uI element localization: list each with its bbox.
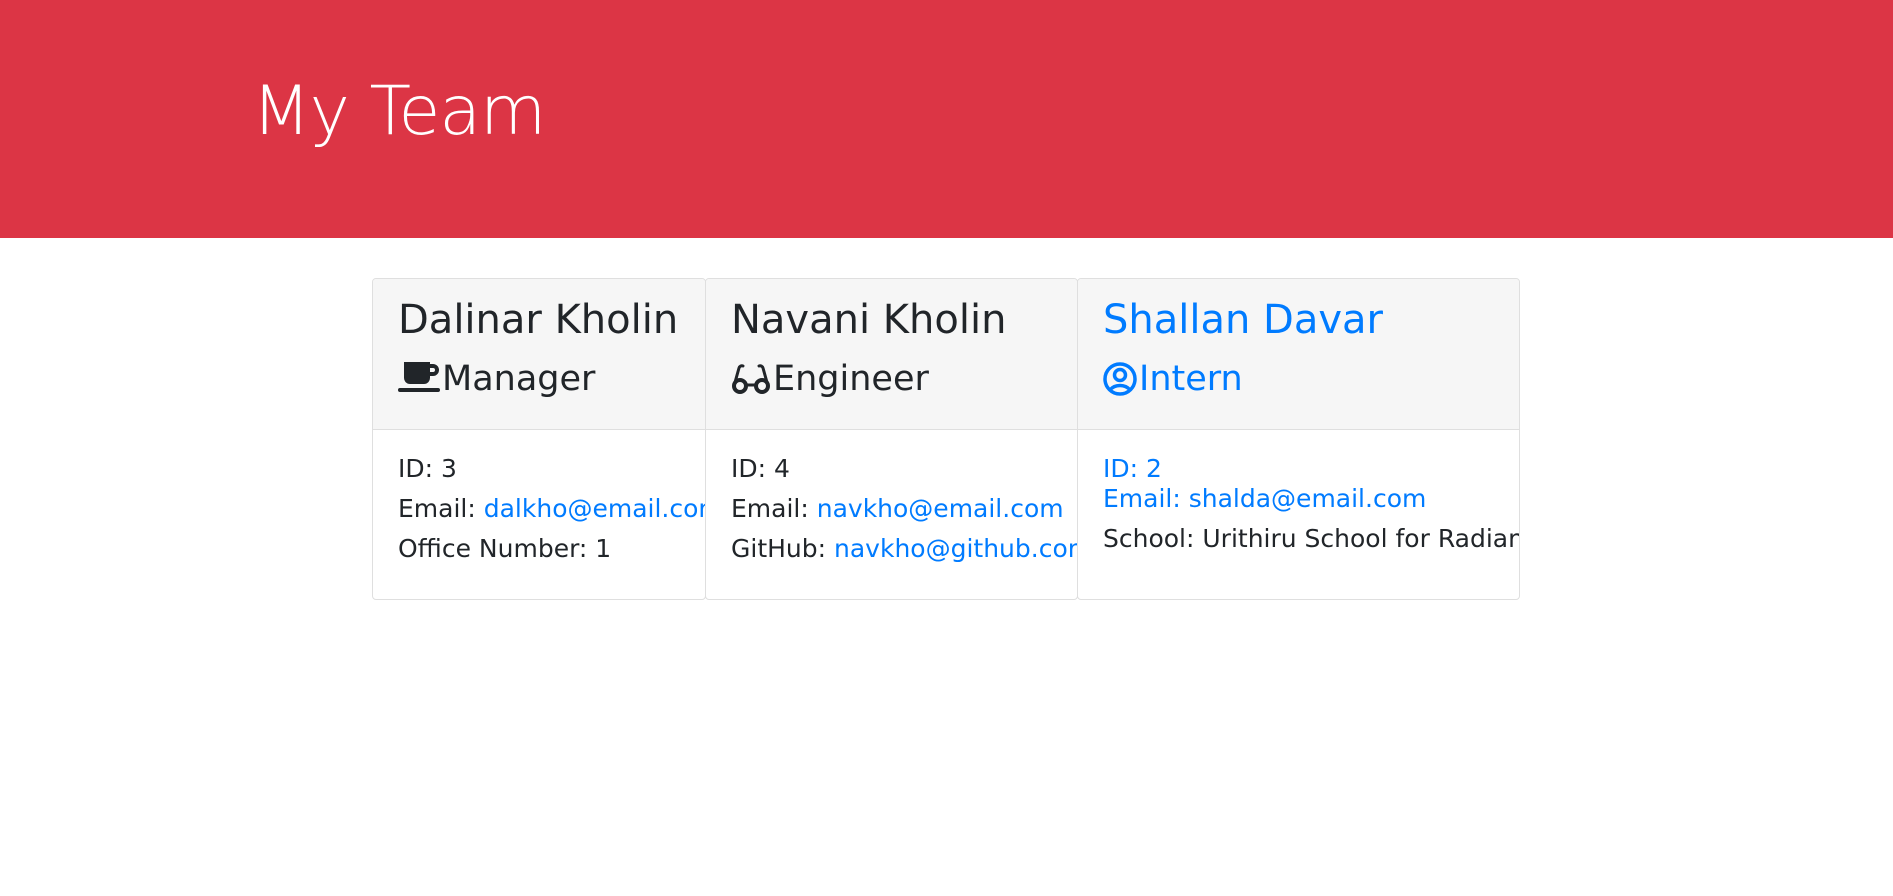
employee-role: Intern <box>1103 358 1519 400</box>
github-link[interactable]: navkho@github.com <box>834 534 1077 563</box>
coffee-mug-icon <box>398 360 440 398</box>
header-banner: My Team <box>0 0 1893 238</box>
employee-email-row: Email: shalda@email.com <box>1103 484 1519 514</box>
employee-role: Engineer <box>731 358 1077 400</box>
role-label: Intern <box>1139 359 1243 399</box>
employee-card-engineer: Navani Kholin Engineer ID: 4 Email: navk… <box>705 278 1078 600</box>
email-link[interactable]: dalkho@email.com <box>484 494 705 523</box>
employee-id: ID: 4 <box>731 454 790 483</box>
glasses-icon <box>731 360 771 398</box>
card-header: Navani Kholin Engineer <box>706 279 1077 430</box>
email-link[interactable]: shalda@email.com <box>1189 484 1427 513</box>
email-link[interactable]: navkho@email.com <box>817 494 1064 523</box>
card-body: ID: 2 Email: shalda@email.com School: Ur… <box>1078 430 1519 554</box>
employee-name: Dalinar Kholin <box>398 297 679 343</box>
email-label: Email: <box>398 494 484 523</box>
card-header: Dalinar Kholin Manager <box>373 279 705 430</box>
employee-card-manager: Dalinar Kholin Manager ID: 3 Email: dalk… <box>372 278 706 600</box>
employee-id: ID: 3 <box>398 454 457 483</box>
github-label: GitHub: <box>731 534 835 563</box>
email-label: Email: <box>1103 484 1189 513</box>
office-number: Office Number: 1 <box>398 534 612 563</box>
employee-name: Navani Kholin <box>731 297 1007 343</box>
employee-id: ID: 2 <box>1103 454 1162 483</box>
role-label: Manager <box>442 359 596 399</box>
employee-name: Shallan Davar <box>1103 297 1383 343</box>
github-row: GitHub: navkho@github.com <box>731 534 1077 564</box>
card-body: ID: 3 Email: dalkho@email.com Office Num… <box>373 430 705 564</box>
employee-role: Manager <box>398 358 705 400</box>
employee-email-row: Email: dalkho@email.com <box>398 494 705 524</box>
employee-email-row: Email: navkho@email.com <box>731 494 1077 524</box>
employee-card-intern: Shallan Davar Intern ID: 2 Email: shalda… <box>1077 278 1520 600</box>
role-label: Engineer <box>773 359 929 399</box>
card-body: ID: 4 Email: navkho@email.com GitHub: na… <box>706 430 1077 564</box>
page-title: My Team <box>252 72 546 151</box>
user-circle-icon <box>1103 360 1137 398</box>
email-label: Email: <box>731 494 817 523</box>
school: School: Urithiru School for Radiants <box>1103 524 1520 553</box>
card-header: Shallan Davar Intern <box>1078 279 1519 430</box>
